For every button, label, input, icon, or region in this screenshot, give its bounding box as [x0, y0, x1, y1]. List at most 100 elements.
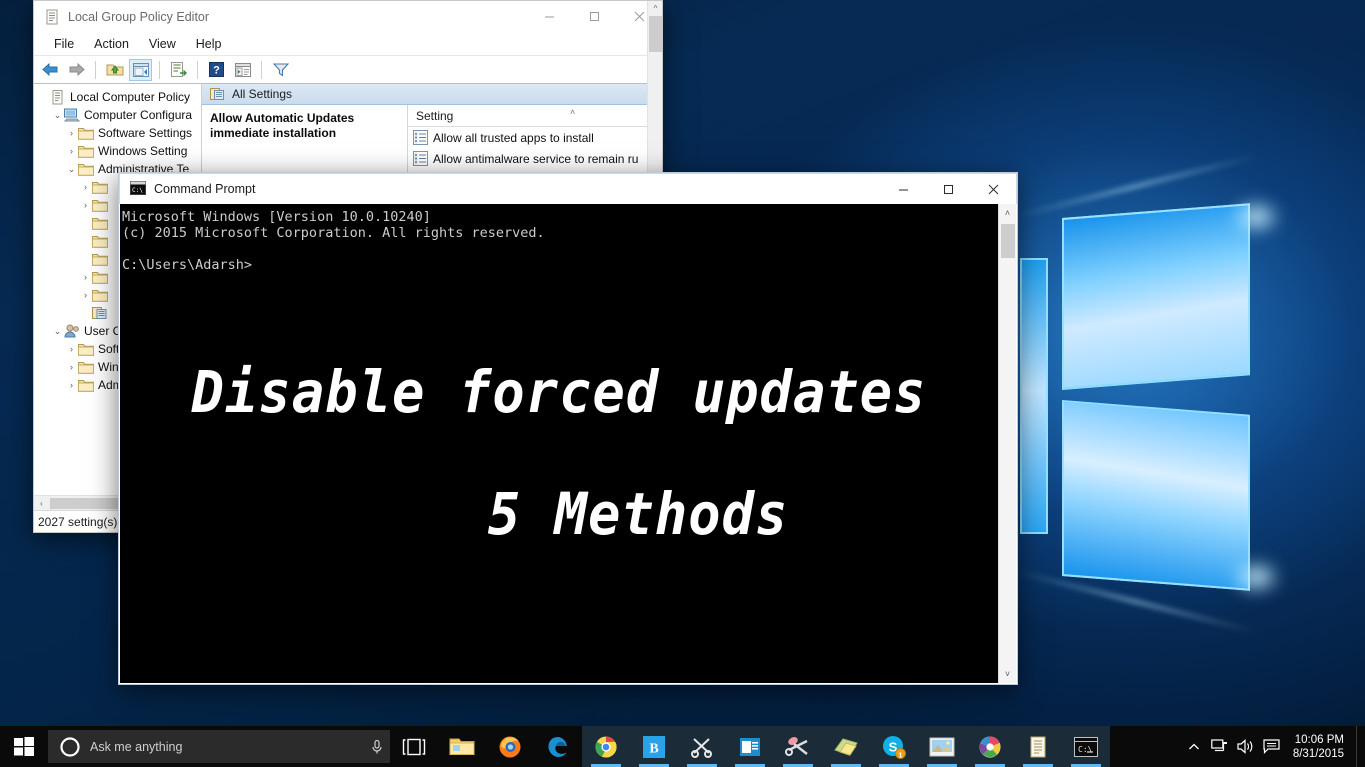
command-prompt-button[interactable]: C:\ — [1062, 726, 1110, 767]
chevron-down-icon[interactable]: ⌄ — [51, 109, 64, 122]
chevron-right-icon[interactable]: › — [79, 199, 92, 212]
user-icon — [64, 324, 80, 339]
folder-icon — [92, 216, 108, 231]
group-policy-editor-icon — [1028, 736, 1048, 758]
file-explorer-button[interactable] — [438, 726, 486, 767]
tree-item-software-settings[interactable]: ›Software Settings — [37, 124, 201, 142]
gpedit-menubar[interactable]: File Action View Help — [34, 32, 662, 56]
toolbar-separator — [261, 61, 262, 79]
taskbar-app-buttons[interactable]: B — [390, 726, 1110, 767]
group-policy-editor-button[interactable] — [1014, 726, 1062, 767]
toolbar-separator — [159, 61, 160, 79]
cmd-maximize-button[interactable] — [926, 174, 971, 205]
menu-view[interactable]: View — [139, 35, 186, 53]
scissors-app-button[interactable] — [774, 726, 822, 767]
chevron-right-icon[interactable]: › — [79, 271, 92, 284]
chevron-right-icon[interactable]: › — [65, 145, 78, 158]
cmd-vertical-scrollbar[interactable]: ˄ ˅ — [998, 204, 1016, 683]
chevron-right-icon[interactable]: › — [79, 181, 92, 194]
toolbar-separator — [95, 61, 96, 79]
scroll-down-arrow-icon[interactable]: ˅ — [999, 665, 1016, 683]
settings-rows[interactable]: Allow all trusted apps to installAllow a… — [408, 127, 662, 169]
up-folder-icon[interactable] — [103, 59, 126, 81]
policy-setting-icon — [413, 151, 428, 166]
filter-icon[interactable] — [269, 59, 292, 81]
skype-icon: S 1 — [882, 735, 906, 759]
settings-count: 2027 setting(s) — [38, 515, 117, 529]
svg-text:B: B — [649, 741, 658, 756]
chevron-right-icon[interactable]: › — [65, 361, 78, 374]
list-item[interactable]: Allow all trusted apps to install — [408, 127, 662, 148]
list-item[interactable]: Allow antimalware service to remain ru — [408, 148, 662, 169]
tab-all-settings[interactable]: All Settings — [202, 84, 662, 105]
firefox-button[interactable] — [486, 726, 534, 767]
taskbar[interactable]: Ask me anything — [0, 726, 1365, 767]
gpedit-maximize-button[interactable] — [572, 1, 617, 32]
microsoft-edge-icon — [546, 735, 570, 759]
skype-button[interactable]: S 1 — [870, 726, 918, 767]
action-center-button[interactable] — [1259, 726, 1285, 767]
google-chrome-button[interactable] — [582, 726, 630, 767]
picasa-button[interactable] — [966, 726, 1014, 767]
cmd-console-area[interactable]: Microsoft Windows [Version 10.0.10240] (… — [120, 204, 1016, 683]
search-placeholder: Ask me anything — [90, 740, 364, 754]
tree-item-local-computer-policy[interactable]: Local Computer Policy — [37, 88, 201, 106]
cmd-minimize-button[interactable] — [881, 174, 926, 205]
clock[interactable]: 10:06 PM 8/31/2015 — [1285, 726, 1356, 767]
scroll-up-arrow-icon[interactable]: ˄ — [999, 204, 1016, 222]
system-tray[interactable]: 10:06 PM 8/31/2015 — [1181, 726, 1365, 767]
tree-spacer — [79, 235, 92, 248]
tree-item-computer-configura[interactable]: ⌄ Computer Configura — [37, 106, 201, 124]
network-icon — [1211, 739, 1228, 754]
chevron-down-icon[interactable]: ⌄ — [65, 163, 78, 176]
start-button[interactable] — [0, 726, 48, 767]
sticky-notes-button[interactable] — [822, 726, 870, 767]
menu-file[interactable]: File — [44, 35, 84, 53]
scroll-thumb[interactable] — [1001, 224, 1015, 258]
help-icon[interactable]: ? — [205, 59, 228, 81]
picasa-icon — [978, 735, 1002, 759]
cmd-close-button[interactable] — [971, 174, 1016, 205]
scroll-track[interactable] — [999, 222, 1016, 665]
menu-action[interactable]: Action — [84, 35, 139, 53]
properties-icon[interactable] — [231, 59, 254, 81]
command-prompt-window[interactable]: C:\ Command Prompt Microsoft Windows [Ve… — [118, 172, 1018, 685]
microsoft-edge-button[interactable] — [534, 726, 582, 767]
show-hide-tree-icon[interactable] — [129, 59, 152, 81]
microphone-icon[interactable] — [364, 739, 390, 755]
volume-icon — [1237, 739, 1255, 754]
cmd-titlebar[interactable]: C:\ Command Prompt — [119, 173, 1017, 204]
forward-icon[interactable] — [65, 59, 88, 81]
menu-help[interactable]: Help — [186, 35, 232, 53]
search-input[interactable]: Ask me anything — [48, 730, 390, 763]
task-view-button[interactable] — [390, 726, 438, 767]
gpedit-toolbar[interactable]: ? — [34, 56, 662, 84]
volume-button[interactable] — [1233, 726, 1259, 767]
column-header-setting[interactable]: Setting — [408, 109, 453, 123]
tree-item-label: Local Computer Policy — [70, 90, 190, 104]
snipping-tool-button[interactable] — [678, 726, 726, 767]
settings-column-header[interactable]: Setting ˄ — [408, 105, 662, 127]
back-icon[interactable] — [39, 59, 62, 81]
export-list-icon[interactable] — [167, 59, 190, 81]
chevron-right-icon[interactable]: › — [65, 127, 78, 140]
powerpoint-button[interactable] — [726, 726, 774, 767]
sticky-notes-icon — [833, 736, 859, 758]
photos-button[interactable] — [918, 726, 966, 767]
chevron-right-icon[interactable]: › — [65, 379, 78, 392]
tree-item-windows-setting[interactable]: ›Windows Setting — [37, 142, 201, 160]
chevron-right-icon[interactable]: › — [79, 289, 92, 302]
gpedit-titlebar[interactable]: Local Group Policy Editor — [34, 1, 662, 32]
overlay-headline: Disable forced updates — [151, 358, 968, 426]
scroll-left-arrow-icon[interactable]: ‹ — [34, 496, 49, 511]
network-button[interactable] — [1207, 726, 1233, 767]
gpedit-minimize-button[interactable] — [527, 1, 572, 32]
scissors-app-icon — [785, 736, 811, 758]
chevron-right-icon[interactable]: › — [65, 343, 78, 356]
clock-time: 10:06 PM — [1295, 733, 1344, 747]
tree-item-label: Computer Configura — [84, 108, 192, 122]
bing-button[interactable]: B — [630, 726, 678, 767]
show-desktop-button[interactable] — [1356, 726, 1363, 767]
show-hidden-icons-button[interactable] — [1181, 726, 1207, 767]
chevron-down-icon[interactable]: ⌄ — [51, 325, 64, 338]
